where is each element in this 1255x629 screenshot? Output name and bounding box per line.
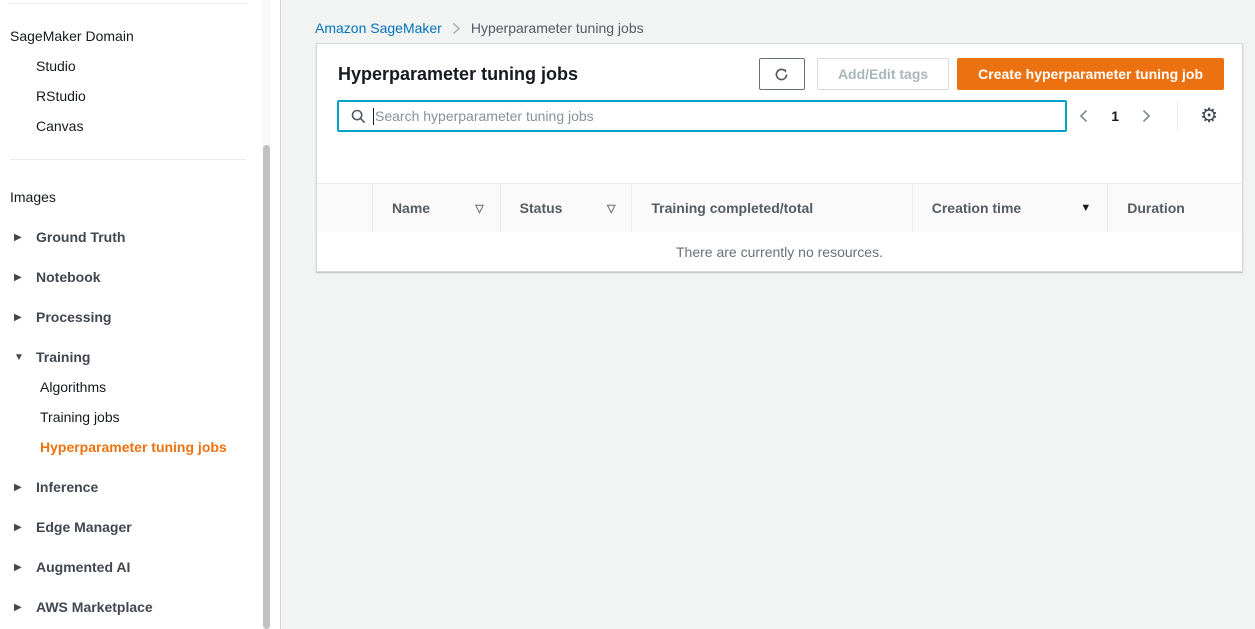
expand-arrow-icon: ▶	[14, 602, 36, 613]
panel-header: Hyperparameter tuning jobs Add/Edit tags…	[317, 44, 1242, 90]
hyperparameter-tuning-jobs-panel: Hyperparameter tuning jobs Add/Edit tags…	[316, 43, 1243, 272]
sidebar-item-edge-manager[interactable]: ▶ Edge Manager	[14, 517, 132, 537]
sort-descending-icon: ▼	[1080, 202, 1091, 214]
search-icon	[351, 109, 366, 124]
sidebar-item-canvas[interactable]: Canvas	[36, 116, 83, 136]
sidebar-item-augmented-ai[interactable]: ▶ Augmented AI	[14, 557, 130, 577]
page-title: Hyperparameter tuning jobs	[338, 64, 759, 85]
refresh-button[interactable]	[759, 58, 805, 90]
column-label: Status	[520, 200, 563, 216]
tuning-jobs-table: Name ▽ Status ▽ Training completed/total…	[317, 183, 1242, 271]
sidebar-item-inference[interactable]: ▶ Inference	[14, 477, 98, 497]
sidebar-item-rstudio[interactable]: RStudio	[36, 86, 86, 106]
sidebar-item-label: Training	[36, 349, 90, 365]
sidebar-item-studio[interactable]: Studio	[36, 56, 76, 76]
breadcrumb-separator-icon	[452, 22, 461, 35]
previous-page-button[interactable]	[1073, 105, 1095, 127]
current-page-number[interactable]: 1	[1111, 108, 1119, 124]
sidebar-item-label: AWS Marketplace	[36, 599, 153, 615]
sidebar-item-label: Notebook	[36, 269, 101, 285]
chevron-right-icon	[1141, 109, 1151, 123]
column-label: Duration	[1127, 200, 1185, 216]
table-header-row: Name ▽ Status ▽ Training completed/total…	[317, 184, 1242, 232]
sidebar-divider	[10, 159, 246, 160]
sidebar: SageMaker Domain Studio RStudio Canvas I…	[0, 0, 262, 629]
sidebar-item-training[interactable]: ▼ Training	[14, 347, 90, 367]
sidebar-item-notebook[interactable]: ▶ Notebook	[14, 267, 101, 287]
expand-arrow-icon: ▶	[14, 272, 36, 283]
sidebar-item-label: Ground Truth	[36, 229, 125, 245]
sidebar-item-processing[interactable]: ▶ Processing	[14, 307, 111, 327]
sidebar-item-label: Augmented AI	[36, 559, 130, 575]
table-header-training-completed-total: Training completed/total	[631, 184, 911, 232]
expand-arrow-icon: ▶	[14, 562, 36, 573]
column-label: Name	[392, 200, 430, 216]
sidebar-item-training-jobs[interactable]: Training jobs	[40, 407, 120, 427]
settings-gear-icon[interactable]: ⚙	[1194, 106, 1224, 126]
sidebar-item-label: Processing	[36, 309, 111, 325]
expand-arrow-icon: ▶	[14, 312, 36, 323]
empty-state-message: There are currently no resources.	[317, 232, 1242, 271]
breadcrumb: Amazon SageMaker Hyperparameter tuning j…	[315, 20, 644, 36]
sort-icon: ▽	[607, 202, 615, 215]
search-box	[337, 100, 1067, 132]
sidebar-item-aws-marketplace[interactable]: ▶ AWS Marketplace	[14, 597, 153, 617]
column-label: Training completed/total	[651, 200, 813, 216]
search-input[interactable]	[374, 108, 1057, 124]
table-header-creation-time[interactable]: Creation time ▼	[912, 184, 1108, 232]
sidebar-item-label: Edge Manager	[36, 519, 132, 535]
sidebar-item-ground-truth[interactable]: ▶ Ground Truth	[14, 227, 125, 247]
breadcrumb-current: Hyperparameter tuning jobs	[471, 20, 644, 36]
sort-icon: ▽	[475, 202, 483, 215]
sidebar-section-sagemaker-domain[interactable]: SageMaker Domain	[10, 26, 134, 46]
chevron-left-icon	[1079, 109, 1089, 123]
add-edit-tags-button[interactable]: Add/Edit tags	[817, 58, 949, 90]
breadcrumb-link-sagemaker[interactable]: Amazon SageMaker	[315, 20, 442, 36]
table-controls: 1 ⚙	[337, 100, 1224, 132]
sidebar-divider	[10, 3, 246, 4]
table-header-name[interactable]: Name ▽	[372, 184, 500, 232]
expand-arrow-icon: ▶	[14, 232, 36, 243]
main-content: Amazon SageMaker Hyperparameter tuning j…	[281, 0, 1255, 629]
sidebar-item-algorithms[interactable]: Algorithms	[40, 377, 106, 397]
sidebar-section-images[interactable]: Images	[10, 187, 56, 207]
collapse-arrow-icon: ▼	[14, 352, 36, 363]
sidebar-item-label: Inference	[36, 479, 98, 495]
pagination: 1 ⚙	[1073, 101, 1224, 131]
pagination-divider	[1177, 101, 1178, 131]
sidebar-scrollbar-thumb[interactable]	[263, 145, 270, 629]
column-label: Creation time	[932, 200, 1021, 216]
sidebar-item-hyperparameter-tuning-jobs[interactable]: Hyperparameter tuning jobs	[40, 437, 227, 457]
next-page-button[interactable]	[1135, 105, 1157, 127]
refresh-icon	[773, 66, 790, 83]
expand-arrow-icon: ▶	[14, 522, 36, 533]
expand-arrow-icon: ▶	[14, 482, 36, 493]
table-header-status[interactable]: Status ▽	[500, 184, 632, 232]
table-header-duration: Duration	[1107, 184, 1242, 232]
table-header-checkbox-column	[317, 184, 372, 232]
create-hyperparameter-tuning-job-button[interactable]: Create hyperparameter tuning job	[957, 58, 1224, 90]
